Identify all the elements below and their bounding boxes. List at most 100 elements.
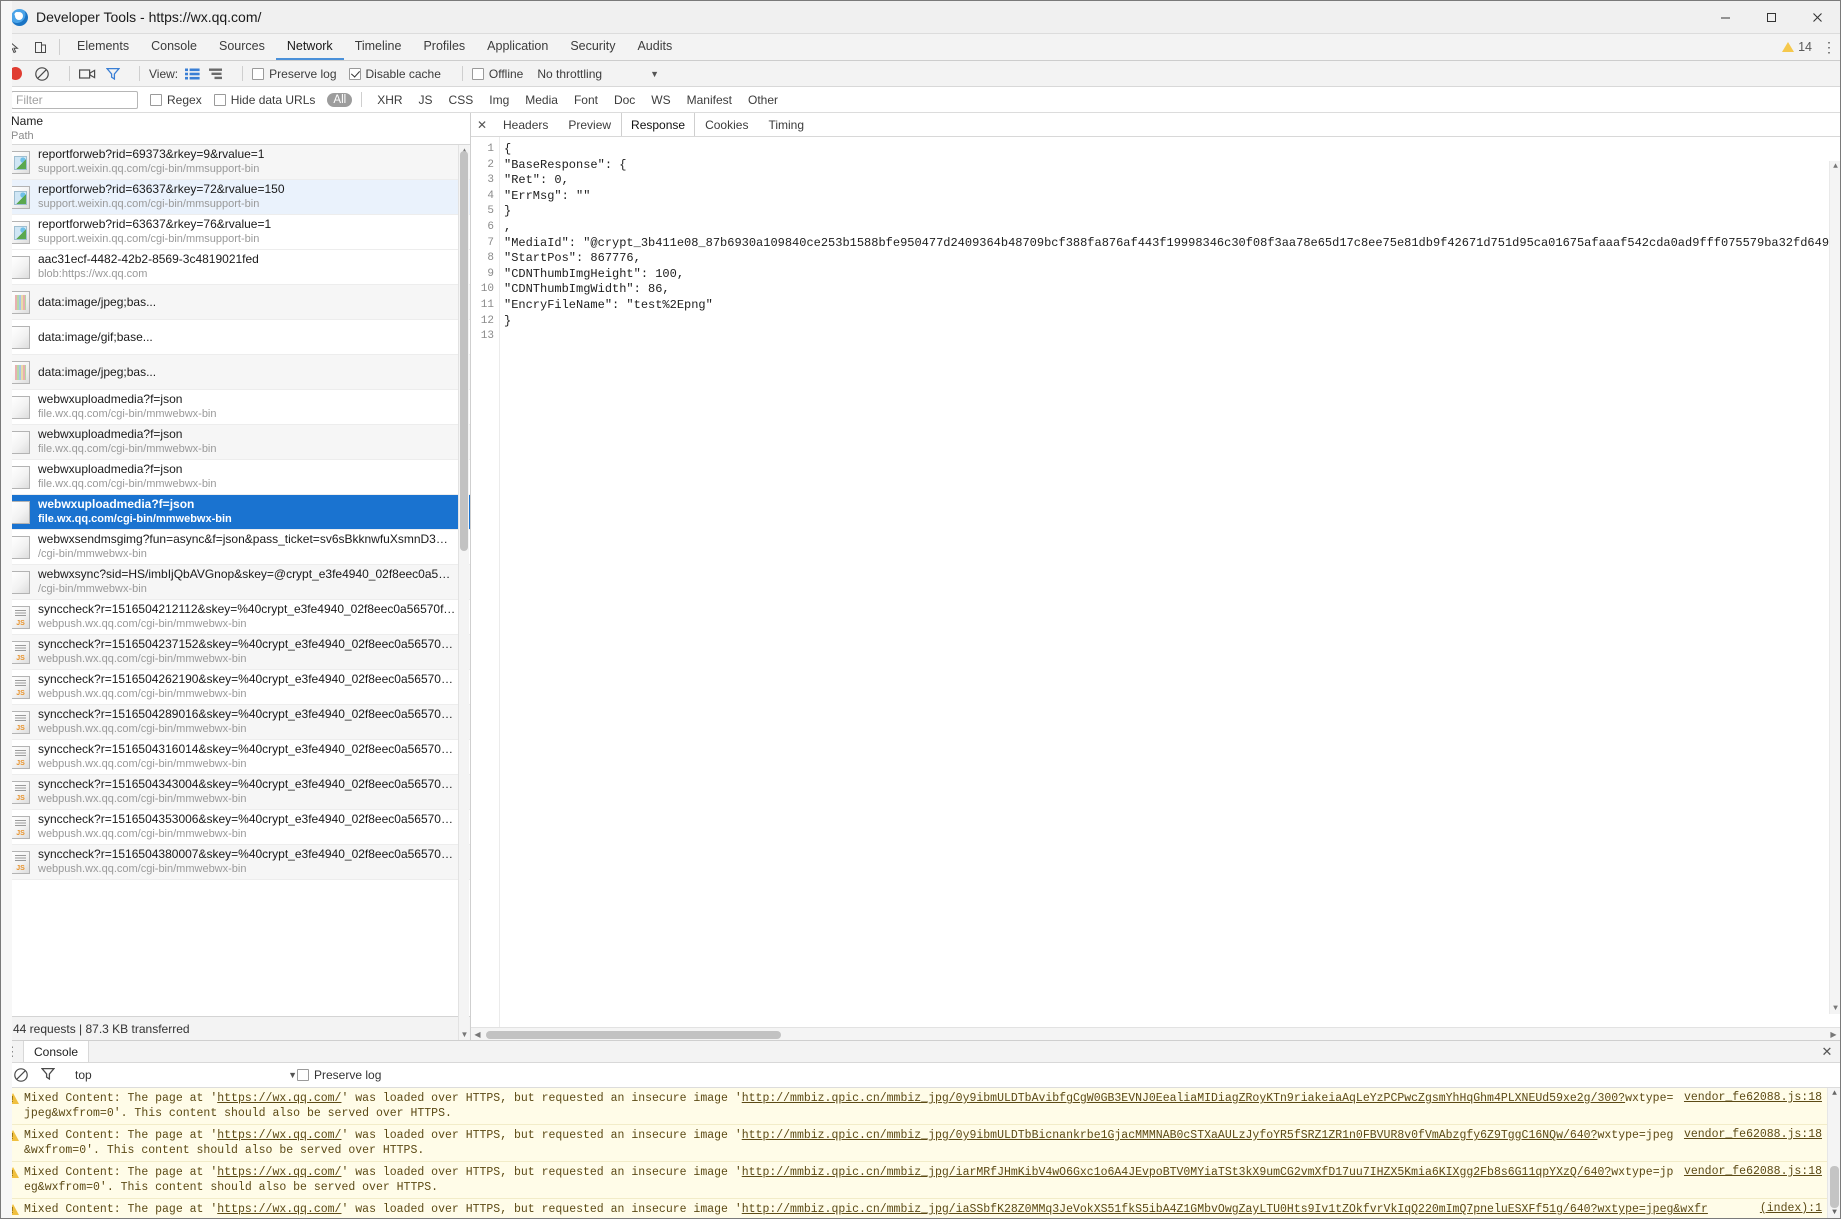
hscroll-left-icon[interactable]: ◀	[471, 1030, 484, 1039]
console-message-list[interactable]: Mixed Content: The page at 'https://wx.q…	[1, 1088, 1840, 1218]
maximize-button[interactable]	[1748, 1, 1794, 34]
type-filter-js[interactable]: JS	[411, 92, 441, 108]
table-row[interactable]: synccheck?r=1516504380007&skey=%40crypt_…	[1, 845, 470, 880]
column-header-path[interactable]: Path	[11, 129, 470, 144]
table-row[interactable]: synccheck?r=1516504289016&skey=%40crypt_…	[1, 705, 470, 740]
column-header-name[interactable]: Name	[11, 114, 470, 129]
hide-data-urls-checkbox[interactable]: Hide data URLs	[213, 93, 315, 107]
page-url-link[interactable]: https://wx.qq.com/	[217, 1166, 341, 1179]
tab-timeline[interactable]: Timeline	[344, 34, 413, 60]
type-filter-media[interactable]: Media	[517, 92, 566, 108]
table-row[interactable]: aac31ecf-4482-42b2-8569-3c4819021fed blob…	[1, 250, 470, 285]
tab-profiles[interactable]: Profiles	[412, 34, 476, 60]
table-row[interactable]: webwxuploadmedia?f=json file.wx.qq.com/cg…	[1, 390, 470, 425]
offline-checkbox[interactable]: Offline	[471, 67, 523, 81]
page-url-link[interactable]: https://wx.qq.com/	[217, 1203, 341, 1216]
resource-url-link[interactable]: http://mmbiz.qpic.cn/mmbiz_jpg/iarMRfJHm…	[742, 1166, 1612, 1179]
console-preserve-log-checkbox[interactable]: Preserve log	[297, 1068, 381, 1082]
filter-icon[interactable]	[106, 67, 122, 80]
tab-network[interactable]: Network	[275, 34, 344, 60]
table-row[interactable]: synccheck?r=1516504316014&skey=%40crypt_…	[1, 740, 470, 775]
close-button[interactable]	[1794, 1, 1840, 34]
table-row[interactable]: reportforweb?rid=63637&rkey=72&rvalue=15…	[1, 180, 470, 215]
table-row[interactable]: reportforweb?rid=63637&rkey=76&rvalue=1 s…	[1, 215, 470, 250]
table-row[interactable]: webwxsync?sid=HS/imbIjQbAVGnop&skey=@cry…	[1, 565, 470, 600]
tab-security[interactable]: Security	[559, 34, 626, 60]
devtools-menu-icon[interactable]: ⋮	[1818, 34, 1840, 60]
drawer-tab-console[interactable]: Console	[23, 1041, 90, 1062]
disable-cache-checkbox[interactable]: Disable cache	[348, 67, 441, 81]
console-message[interactable]: Mixed Content: The page at 'https://wx.q…	[1, 1125, 1840, 1162]
type-filter-xhr[interactable]: XHR	[369, 92, 410, 108]
tab-console[interactable]: Console	[140, 34, 208, 60]
table-row[interactable]: synccheck?r=1516504212112&skey=%40crypt_…	[1, 600, 470, 635]
type-filter-ws[interactable]: WS	[643, 92, 678, 108]
table-row[interactable]: synccheck?r=1516504262190&skey=%40crypt_…	[1, 670, 470, 705]
request-rows[interactable]: reportforweb?rid=69373&rkey=9&rvalue=1 su…	[1, 145, 470, 1016]
list-view-icon[interactable]	[185, 68, 203, 80]
console-scrollbar[interactable]: ▲ ▼	[1827, 1088, 1840, 1218]
response-vertical-scrollbar[interactable]: ▲ ▼	[1829, 161, 1840, 1014]
table-row[interactable]: synccheck?r=1516504353006&skey=%40crypt_…	[1, 810, 470, 845]
execution-context-select[interactable]: top ▼	[69, 1068, 297, 1082]
tab-sources[interactable]: Sources	[208, 34, 276, 60]
page-url-link[interactable]: https://wx.qq.com/	[217, 1129, 341, 1142]
tab-audits[interactable]: Audits	[626, 34, 683, 60]
hscroll-thumb[interactable]	[486, 1030, 781, 1039]
filter-input[interactable]	[11, 90, 138, 109]
waterfall-view-icon[interactable]	[209, 68, 227, 80]
detail-tab-cookies[interactable]: Cookies	[695, 113, 758, 136]
page-url-link[interactable]: https://wx.qq.com/	[217, 1092, 341, 1105]
table-row[interactable]: data:image/jpeg;bas...	[1, 285, 470, 320]
table-row[interactable]: webwxuploadmedia?f=json file.wx.qq.com/cg…	[1, 495, 470, 530]
hscroll-track[interactable]	[484, 1028, 1827, 1041]
console-message-source[interactable]: vendor_fe62088.js:18	[1684, 1128, 1840, 1141]
warning-counter[interactable]: 14	[1782, 34, 1818, 60]
response-scroll-down-icon[interactable]: ▼	[1830, 1004, 1840, 1013]
console-filter-icon[interactable]	[40, 1067, 57, 1083]
resource-url-link[interactable]: http://mmbiz.qpic.cn/mmbiz_jpg/0y9ibmULD…	[742, 1129, 1598, 1142]
response-scroll-up-icon[interactable]: ▲	[1830, 162, 1840, 171]
type-filter-font[interactable]: Font	[566, 92, 606, 108]
clear-button-icon[interactable]	[34, 66, 50, 82]
tab-application[interactable]: Application	[476, 34, 559, 60]
hscroll-right-icon[interactable]: ▶	[1827, 1030, 1840, 1039]
type-filter-manifest[interactable]: Manifest	[679, 92, 740, 108]
type-filter-all[interactable]: All	[327, 92, 353, 107]
table-row[interactable]: webwxsendmsgimg?fun=async&f=json&pass_ti…	[1, 530, 470, 565]
detail-tab-response[interactable]: Response	[621, 113, 696, 136]
type-filter-css[interactable]: CSS	[441, 92, 482, 108]
device-toolbar-icon[interactable]	[27, 34, 53, 60]
console-scroll-down-icon[interactable]: ▼	[1828, 1208, 1840, 1217]
console-scroll-thumb[interactable]	[1830, 1166, 1839, 1208]
type-filter-doc[interactable]: Doc	[606, 92, 643, 108]
table-row[interactable]: synccheck?r=1516504237152&skey=%40crypt_…	[1, 635, 470, 670]
table-row[interactable]: webwxuploadmedia?f=json file.wx.qq.com/cg…	[1, 460, 470, 495]
minimize-button[interactable]	[1702, 1, 1748, 34]
clear-console-icon[interactable]	[13, 1067, 29, 1083]
scroll-down-arrow-icon[interactable]: ▼	[460, 1030, 469, 1039]
camera-icon[interactable]	[79, 68, 96, 80]
table-row[interactable]: reportforweb?rid=69373&rkey=9&rvalue=1 su…	[1, 145, 470, 180]
table-row[interactable]: webwxuploadmedia?f=json file.wx.qq.com/cg…	[1, 425, 470, 460]
drawer-close-icon[interactable]: ✕	[1814, 1041, 1840, 1062]
type-filter-other[interactable]: Other	[740, 92, 786, 108]
console-message[interactable]: Mixed Content: The page at 'https://wx.q…	[1, 1162, 1840, 1199]
table-row[interactable]: data:image/jpeg;bas...	[1, 355, 470, 390]
inspect-cursor-icon[interactable]	[1, 34, 27, 60]
console-message-source[interactable]: vendor_fe62088.js:18	[1684, 1165, 1840, 1178]
regex-checkbox[interactable]: Regex	[150, 93, 202, 107]
preserve-log-checkbox[interactable]: Preserve log	[252, 67, 337, 81]
console-message[interactable]: Mixed Content: The page at 'https://wx.q…	[1, 1088, 1840, 1125]
table-row[interactable]: data:image/gif;base...	[1, 320, 470, 355]
console-message[interactable]: Mixed Content: The page at 'https://wx.q…	[1, 1199, 1840, 1218]
console-scroll-up-icon[interactable]: ▲	[1828, 1089, 1840, 1098]
console-message-source[interactable]: (index):1	[1720, 1202, 1840, 1215]
detail-tab-headers[interactable]: Headers	[493, 113, 558, 136]
record-button-icon[interactable]	[9, 67, 22, 80]
request-list-scroll-thumb[interactable]	[460, 151, 468, 551]
tab-elements[interactable]: Elements	[66, 34, 140, 60]
chevron-down-icon[interactable]: ▼	[650, 69, 659, 79]
detail-tab-timing[interactable]: Timing	[758, 113, 814, 136]
console-message-source[interactable]: vendor_fe62088.js:18	[1684, 1091, 1840, 1104]
